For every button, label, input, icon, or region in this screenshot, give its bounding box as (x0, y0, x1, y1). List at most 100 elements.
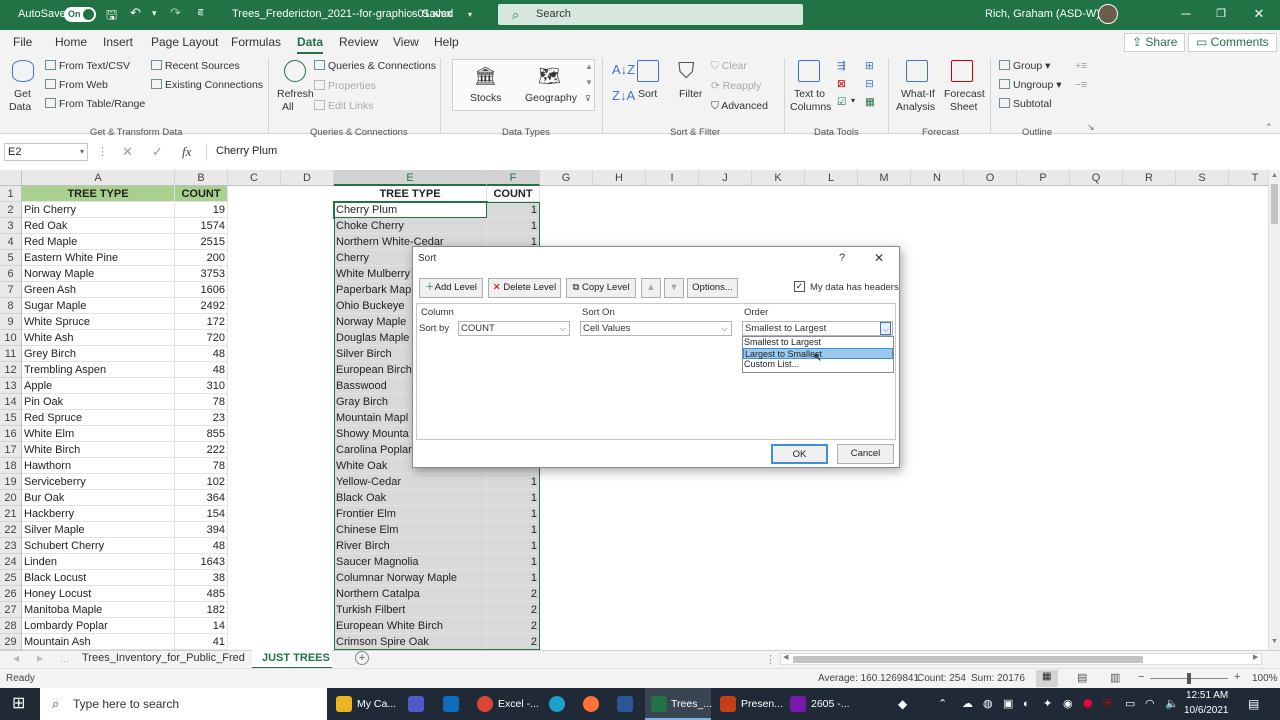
table-cell[interactable]: White Spruce (22, 314, 175, 330)
page-layout-view-icon[interactable]: ▤ (1077, 671, 1087, 684)
table-cell[interactable]: 1 (487, 570, 540, 586)
move-up-button[interactable]: ▲ (641, 278, 661, 298)
forecast-sheet-label-2[interactable]: Sheet (950, 101, 977, 113)
table-cell[interactable]: 2515 (175, 234, 228, 250)
formula-input[interactable]: Cherry Plum (206, 143, 1274, 161)
tray-icon-6[interactable]: ⬢ (1083, 688, 1093, 720)
table-cell[interactable]: Black Locust (22, 570, 175, 586)
geography-button[interactable]: Geography (525, 92, 577, 104)
table-cell[interactable]: 182 (175, 602, 228, 618)
table-cell[interactable]: Serviceberry (22, 474, 175, 490)
tree-type-header[interactable]: TREE TYPE (22, 186, 175, 202)
autosave-toggle[interactable]: On (64, 7, 96, 22)
row-header-25[interactable]: 25 (0, 570, 22, 586)
gallery-down-icon[interactable]: ▼ (585, 78, 593, 87)
table-cell[interactable]: 222 (175, 442, 228, 458)
consolidate-icon[interactable]: ⊞ (865, 60, 874, 72)
table-cell[interactable]: 14 (175, 618, 228, 634)
table-cell[interactable]: 1 (487, 554, 540, 570)
system-tray-app-icon[interactable]: ◆ (898, 688, 907, 720)
data-model-icon[interactable]: ▦ (865, 96, 875, 108)
table-cell[interactable]: Lombardy Poplar (22, 618, 175, 634)
tray-icon-5[interactable]: ◉ (1063, 688, 1073, 720)
clear-button[interactable]: ⛉ Clear (711, 60, 747, 73)
zoom-out-icon[interactable]: − (1138, 671, 1144, 683)
row-header-4[interactable]: 4 (0, 234, 22, 250)
row-header-19[interactable]: 19 (0, 474, 22, 490)
table-cell[interactable]: 1 (487, 490, 540, 506)
show-hidden-icons-icon[interactable]: ⌃ (938, 688, 947, 720)
page-break-view-icon[interactable]: ▥ (1110, 671, 1120, 684)
table-cell[interactable]: 48 (175, 538, 228, 554)
table-cell[interactable]: 78 (175, 394, 228, 410)
name-box[interactable]: E2 ▾ (4, 143, 88, 161)
table-cell[interactable]: Bur Oak (22, 490, 175, 506)
select-all-corner[interactable] (0, 170, 22, 186)
table-cell[interactable]: 2 (487, 586, 540, 602)
comments-button[interactable]: ▭ Comments (1188, 33, 1277, 52)
table-cell[interactable]: 1643 (175, 554, 228, 570)
table-cell[interactable]: Choke Cherry (334, 218, 487, 234)
chrome-icon[interactable] (477, 696, 493, 712)
notifications-icon[interactable]: ▤ (1248, 688, 1259, 720)
table-cell[interactable]: Apple (22, 378, 175, 394)
undo-dropdown-icon[interactable]: ▾ (152, 8, 157, 19)
table-cell[interactable]: 1 (487, 522, 540, 538)
table-cell[interactable]: Mountain Ash (22, 634, 175, 650)
column-header-g[interactable]: G (540, 170, 593, 186)
row-header-24[interactable]: 24 (0, 554, 22, 570)
column-header-q[interactable]: Q (1070, 170, 1123, 186)
remove-duplicates-icon[interactable]: ⊠ (837, 78, 846, 90)
table-cell[interactable]: Northern Catalpa (334, 586, 487, 602)
table-cell[interactable]: Trembling Aspen (22, 362, 175, 378)
row-header-22[interactable]: 22 (0, 522, 22, 538)
tab-formulas[interactable]: Formulas (231, 35, 281, 49)
battery-icon[interactable]: ▭ (1125, 688, 1135, 720)
text-to-columns-label-2[interactable]: Columns (790, 101, 831, 113)
table-cell[interactable]: Turkish Filbert (334, 602, 487, 618)
data-validation-dropdown-icon[interactable]: ▾ (851, 96, 855, 105)
table-cell[interactable]: 394 (175, 522, 228, 538)
row-header-5[interactable]: 5 (0, 250, 22, 266)
data-validation-icon[interactable]: ☑ (837, 96, 846, 108)
table-cell[interactable]: 38 (175, 570, 228, 586)
avatar[interactable] (1098, 4, 1118, 24)
table-cell[interactable]: 485 (175, 586, 228, 602)
options-button[interactable]: Options... (687, 278, 738, 298)
gallery-up-icon[interactable]: ▲ (585, 62, 593, 71)
tab-file[interactable]: File (13, 35, 32, 49)
save-state[interactable]: Saved (422, 8, 453, 20)
table-cell[interactable]: 855 (175, 426, 228, 442)
order-select[interactable]: Smallest to Largest ⌵ (742, 321, 893, 336)
file-explorer-icon[interactable] (336, 696, 352, 712)
table-cell[interactable]: Eastern White Pine (22, 250, 175, 266)
column-header-h[interactable]: H (593, 170, 646, 186)
sort-on-select[interactable]: Cell Values ⌵ (580, 321, 732, 336)
refresh-all-label-2[interactable]: All (282, 101, 294, 113)
tray-icon-1[interactable]: ◍ (983, 688, 993, 720)
table-cell[interactable]: 1 (487, 218, 540, 234)
table-cell[interactable]: Grey Birch (22, 346, 175, 362)
tray-icon-7[interactable]: ⛨ (1103, 688, 1111, 720)
table-cell[interactable]: 1 (487, 474, 540, 490)
delete-level-button[interactable]: ✕ Delete Level (488, 278, 561, 298)
more-sheets-icon[interactable]: … (60, 654, 69, 664)
edit-links-button[interactable]: Edit Links (314, 100, 374, 112)
clock-date[interactable]: 10/6/2021 (1184, 705, 1229, 716)
edge-icon[interactable] (549, 696, 565, 712)
sort-az-icon[interactable]: A↓Z (612, 62, 635, 77)
table-cell[interactable]: 200 (175, 250, 228, 266)
name-box-dropdown-icon[interactable]: ▾ (80, 144, 84, 160)
table-cell[interactable]: 3753 (175, 266, 228, 282)
table-cell[interactable]: 2492 (175, 298, 228, 314)
table-cell[interactable]: European White Birch (334, 618, 487, 634)
insert-function-icon[interactable]: fx (182, 144, 191, 160)
column-header-c[interactable]: C (228, 170, 281, 186)
from-text-button[interactable]: From Text/CSV (45, 60, 130, 72)
table-cell[interactable]: River Birch (334, 538, 487, 554)
get-data-button[interactable]: Get (14, 88, 31, 100)
table-cell[interactable]: 1574 (175, 218, 228, 234)
status-average[interactable]: Average: 160.1269841 (818, 673, 919, 684)
cancel-entry-icon[interactable]: ✕ (122, 144, 133, 160)
clock-time[interactable]: 12:51 AM (1186, 690, 1228, 701)
